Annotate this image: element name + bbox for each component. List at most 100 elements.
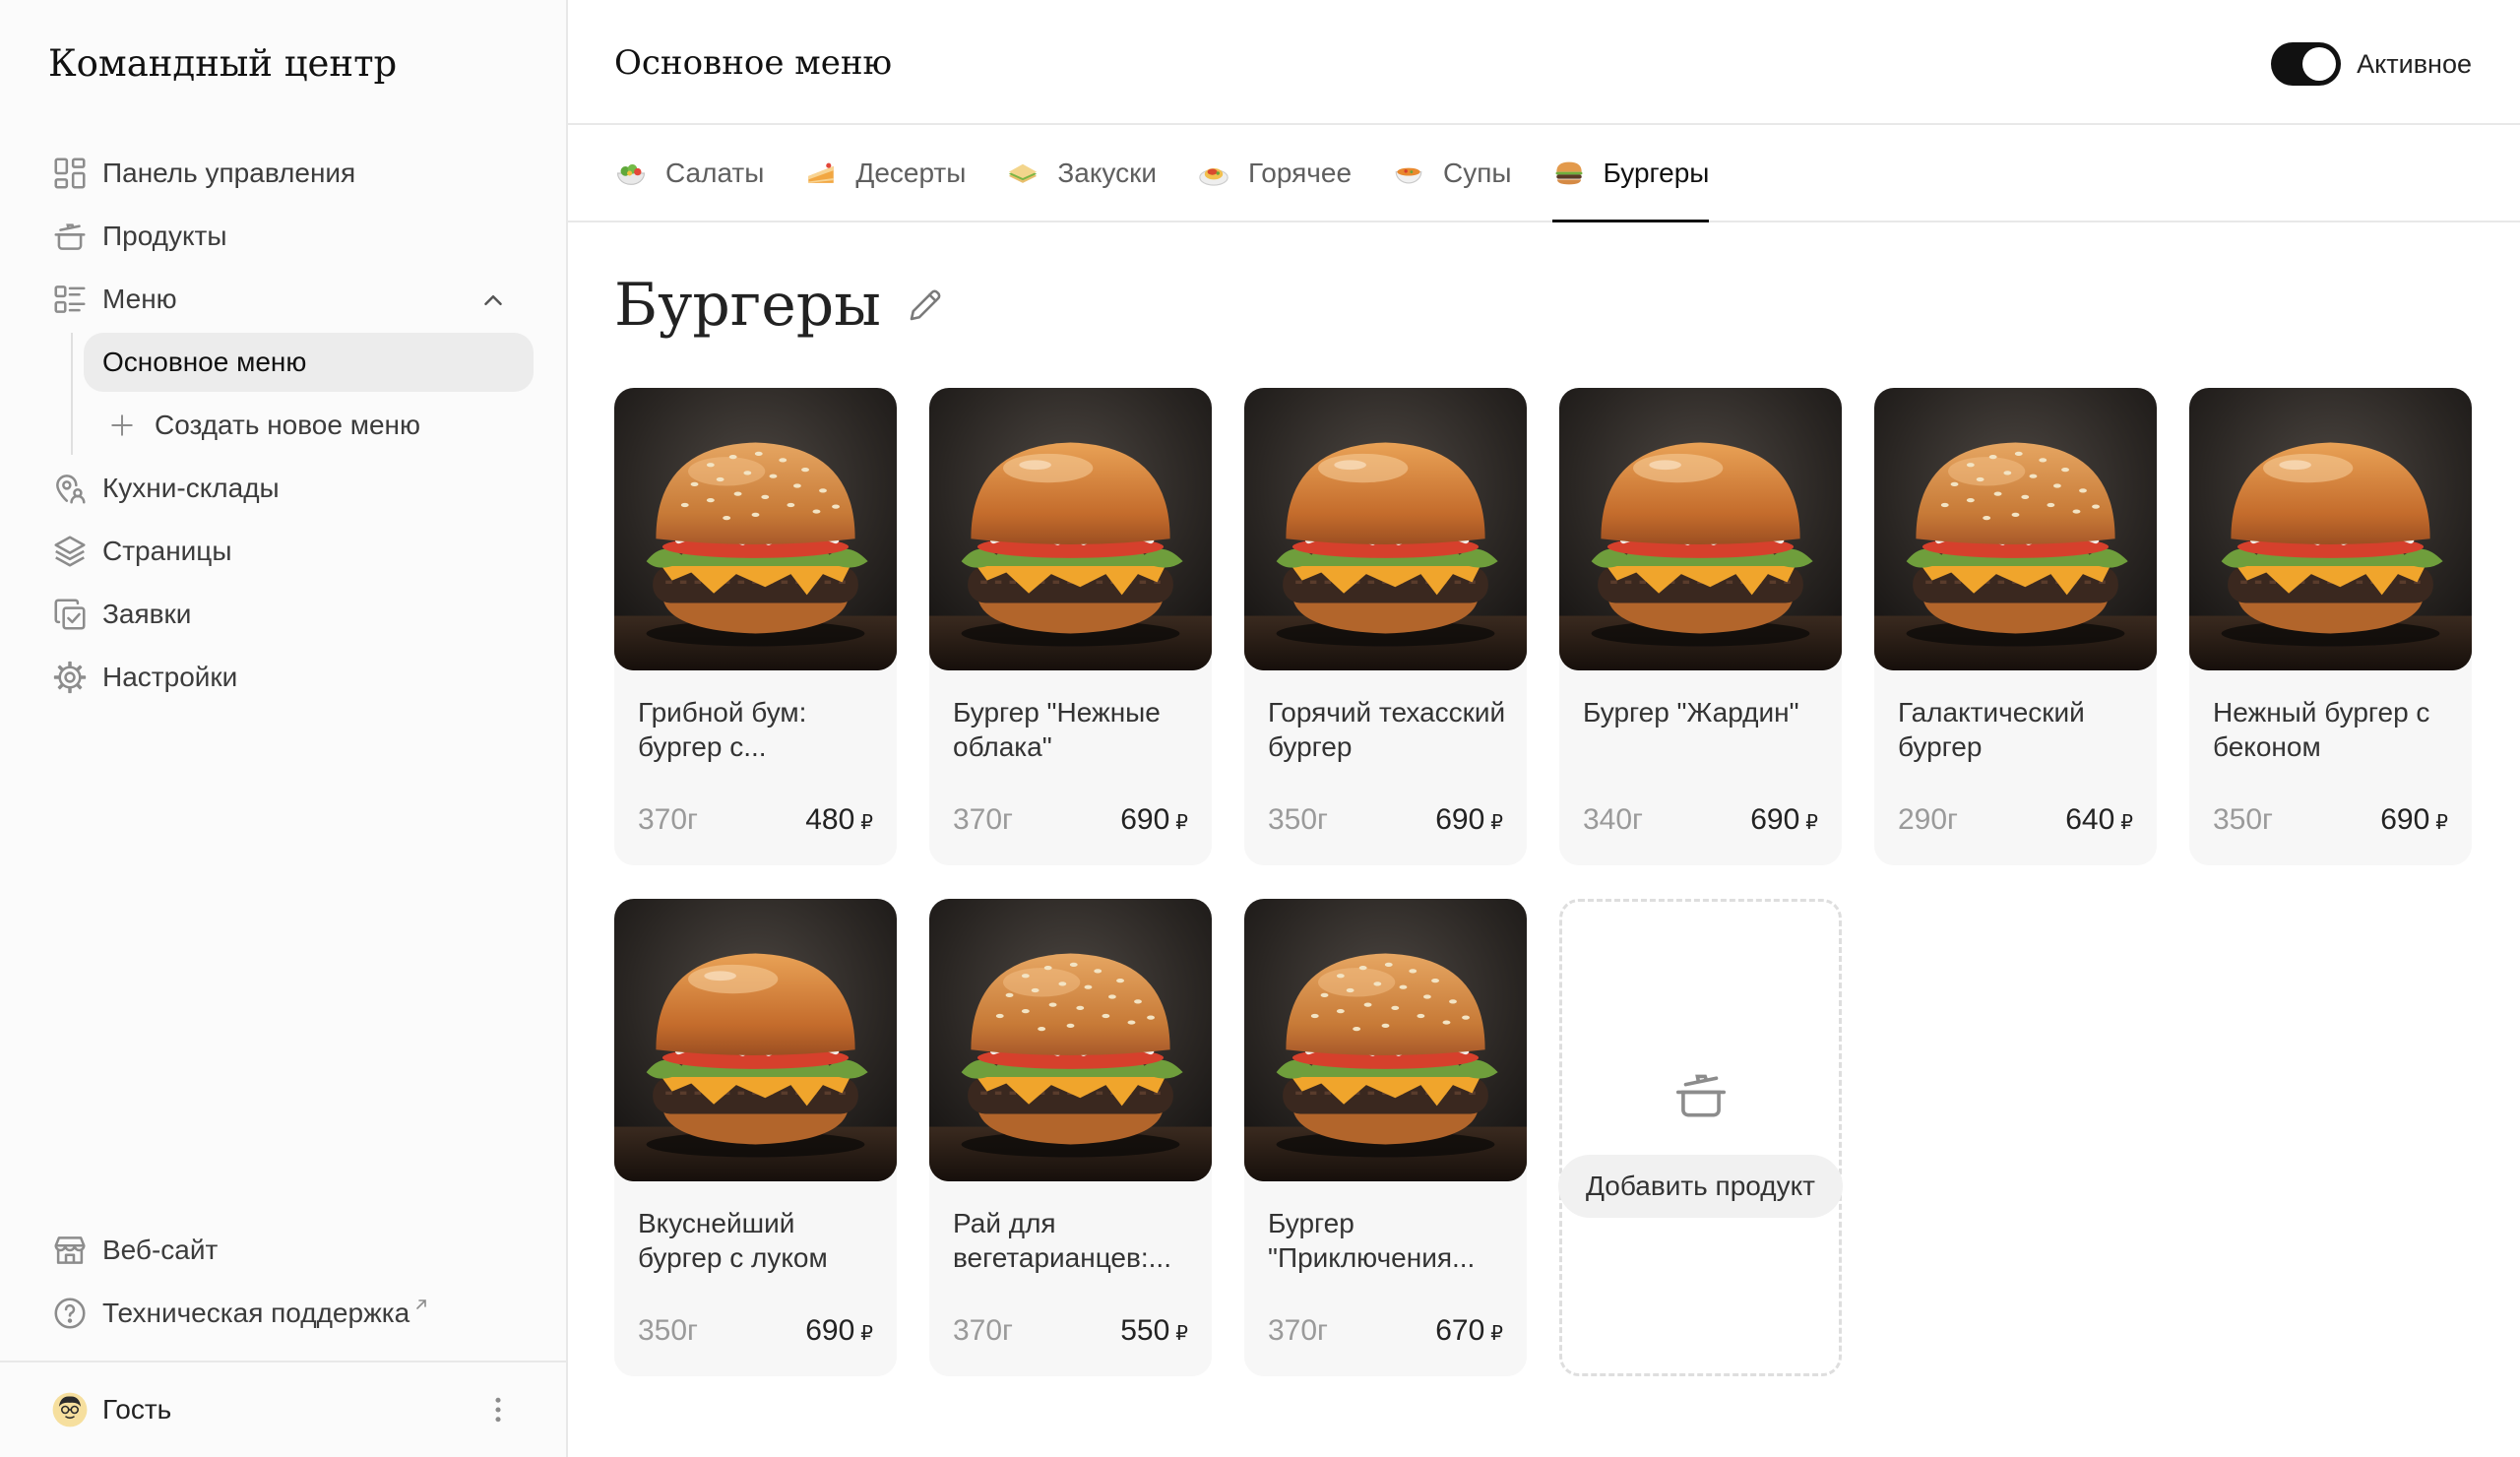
currency-sign: ₽ <box>1490 810 1503 834</box>
price-value: 690 <box>805 1314 855 1347</box>
product-image <box>1244 899 1527 1181</box>
product-price: 690 ₽ <box>2380 800 2448 842</box>
product-card[interactable]: Бургер "Приключения... 370г 670 ₽ <box>1244 899 1527 1376</box>
product-price: 690 ₽ <box>1120 800 1188 842</box>
hot-dish-icon <box>1199 167 1228 186</box>
currency-sign: ₽ <box>860 1321 873 1345</box>
sidebar-footer-links: Веб-сайт Техническая поддержка <box>0 1219 566 1345</box>
product-weight: 290г <box>1898 803 1958 836</box>
pot-icon <box>1675 1074 1727 1117</box>
create-menu-button[interactable]: Создать новое меню <box>84 396 534 455</box>
sidebar-item-label: Кухни-склады <box>102 473 280 503</box>
sidebar-item-orders[interactable]: Заявки <box>0 583 566 646</box>
tab-desserts[interactable]: Десерты <box>804 125 966 221</box>
external-link-icon <box>416 1299 427 1309</box>
dashboard-icon <box>54 158 86 189</box>
product-card[interactable]: Нежный бургер с беконом 350г 690 ₽ <box>2189 388 2472 865</box>
product-weight: 350г <box>1268 803 1328 836</box>
active-toggle[interactable] <box>2271 42 2342 86</box>
price-value: 670 <box>1435 1314 1485 1347</box>
product-price: 640 ₽ <box>2065 800 2133 842</box>
user-profile[interactable]: Гость <box>0 1378 566 1441</box>
chevron-up-icon[interactable] <box>478 285 508 315</box>
product-image <box>929 899 1212 1181</box>
sidebar-item-settings[interactable]: Настройки <box>0 646 566 709</box>
product-image <box>929 388 1212 670</box>
product-weight: 340г <box>1583 803 1643 836</box>
tab-snacks[interactable]: Закуски <box>1006 125 1157 221</box>
kebab-menu-icon[interactable] <box>480 1392 516 1427</box>
sidebar-item-products[interactable]: Продукты <box>0 205 566 268</box>
tab-hot-dishes[interactable]: Горячее <box>1197 125 1352 221</box>
product-weight: 370г <box>953 803 1013 836</box>
product-name: Бургер "Жардин" <box>1583 697 1799 728</box>
section-title: Бургеры <box>614 271 881 340</box>
product-card[interactable]: Горячий техасский бургер 350г 690 ₽ <box>1244 388 1527 865</box>
tab-label: Закуски <box>1057 157 1157 188</box>
price-value: 690 <box>1120 803 1170 836</box>
product-card[interactable]: Галактический бургер 290г 640 ₽ <box>1874 388 2157 865</box>
sidebar-divider <box>0 1361 566 1362</box>
sidebar-item-label: Заявки <box>102 599 192 629</box>
product-card[interactable]: Вкуснейший бургер с луком 350г 690 ₽ <box>614 899 897 1376</box>
sidebar-item-menu[interactable]: Меню <box>0 268 566 331</box>
product-name: Нежный бургер с беконом <box>2213 697 2430 762</box>
sidebar: Командный центр Панель управления Продук… <box>0 0 568 1457</box>
product-weight: 370г <box>1268 1314 1328 1347</box>
support-link-label: Техническая поддержка <box>102 1298 410 1328</box>
product-price: 670 ₽ <box>1435 1311 1503 1353</box>
support-link[interactable]: Техническая поддержка <box>0 1282 566 1345</box>
sidebar-item-kitchens[interactable]: Кухни-склады <box>0 457 566 520</box>
sidebar-item-dashboard[interactable]: Панель управления <box>0 142 566 205</box>
product-name: Грибной бум: бургер с... <box>638 697 807 762</box>
product-weight: 350г <box>638 1314 698 1347</box>
add-product-card[interactable]: Добавить продукт <box>1558 899 1843 1376</box>
section-header: Бургеры <box>614 266 946 345</box>
tab-label: Салаты <box>665 157 765 188</box>
product-price: 690 ₽ <box>1750 800 1818 842</box>
tab-label: Десерты <box>855 157 967 188</box>
price-value: 550 <box>1120 1314 1170 1347</box>
dessert-icon <box>808 162 835 183</box>
pot-icon <box>54 223 86 250</box>
currency-sign: ₽ <box>1175 810 1188 834</box>
pencil-icon <box>910 289 941 321</box>
price-value: 690 <box>2380 803 2430 836</box>
currency-sign: ₽ <box>2435 810 2448 834</box>
product-image <box>1559 388 1842 670</box>
menu-list-icon <box>54 285 86 313</box>
product-card[interactable]: Рай для вегетарианцев:... 370г 550 ₽ <box>929 899 1212 1376</box>
active-tab-indicator <box>1551 220 1710 222</box>
add-product-button[interactable]: Добавить продукт <box>1558 1155 1843 1218</box>
website-link[interactable]: Веб-сайт <box>0 1219 566 1282</box>
create-menu-label: Создать новое меню <box>155 410 420 440</box>
product-card[interactable]: Грибной бум: бургер с... 370г 480 ₽ <box>614 388 897 865</box>
product-image <box>1244 388 1527 670</box>
app-title: Командный центр <box>48 42 398 85</box>
sidebar-item-label: Страницы <box>102 536 232 566</box>
orders-icon <box>54 599 86 630</box>
product-weight: 370г <box>638 803 698 836</box>
tab-burgers[interactable]: Бургеры <box>1551 125 1710 222</box>
submenu-item-main-menu[interactable]: Основное меню <box>84 333 534 392</box>
tab-soups[interactable]: Супы <box>1392 125 1512 221</box>
product-weight: 370г <box>953 1314 1013 1347</box>
product-price: 690 ₽ <box>1435 800 1503 842</box>
layers-icon <box>54 536 86 567</box>
location-pin-icon <box>56 475 86 504</box>
edit-section-button[interactable] <box>905 285 946 326</box>
website-link-label: Веб-сайт <box>102 1235 219 1265</box>
product-card[interactable]: Бургер "Нежные облака" 370г 690 ₽ <box>929 388 1212 865</box>
product-image <box>614 388 897 670</box>
tab-salads[interactable]: Салаты <box>614 125 764 221</box>
page-header: Основное меню Активное <box>568 0 2520 125</box>
sidebar-item-label: Панель управления <box>102 158 356 188</box>
product-image <box>2189 388 2472 670</box>
product-price: 480 ₽ <box>805 800 873 842</box>
product-name: Вкуснейший бургер с луком <box>638 1208 828 1273</box>
sidebar-item-pages[interactable]: Страницы <box>0 520 566 583</box>
product-card[interactable]: Бургер "Жардин" 340г 690 ₽ <box>1559 388 1842 865</box>
sidebar-item-label: Меню <box>102 284 177 314</box>
soup-icon <box>1395 167 1422 183</box>
product-name: Рай для вегетарианцев:... <box>953 1208 1171 1273</box>
